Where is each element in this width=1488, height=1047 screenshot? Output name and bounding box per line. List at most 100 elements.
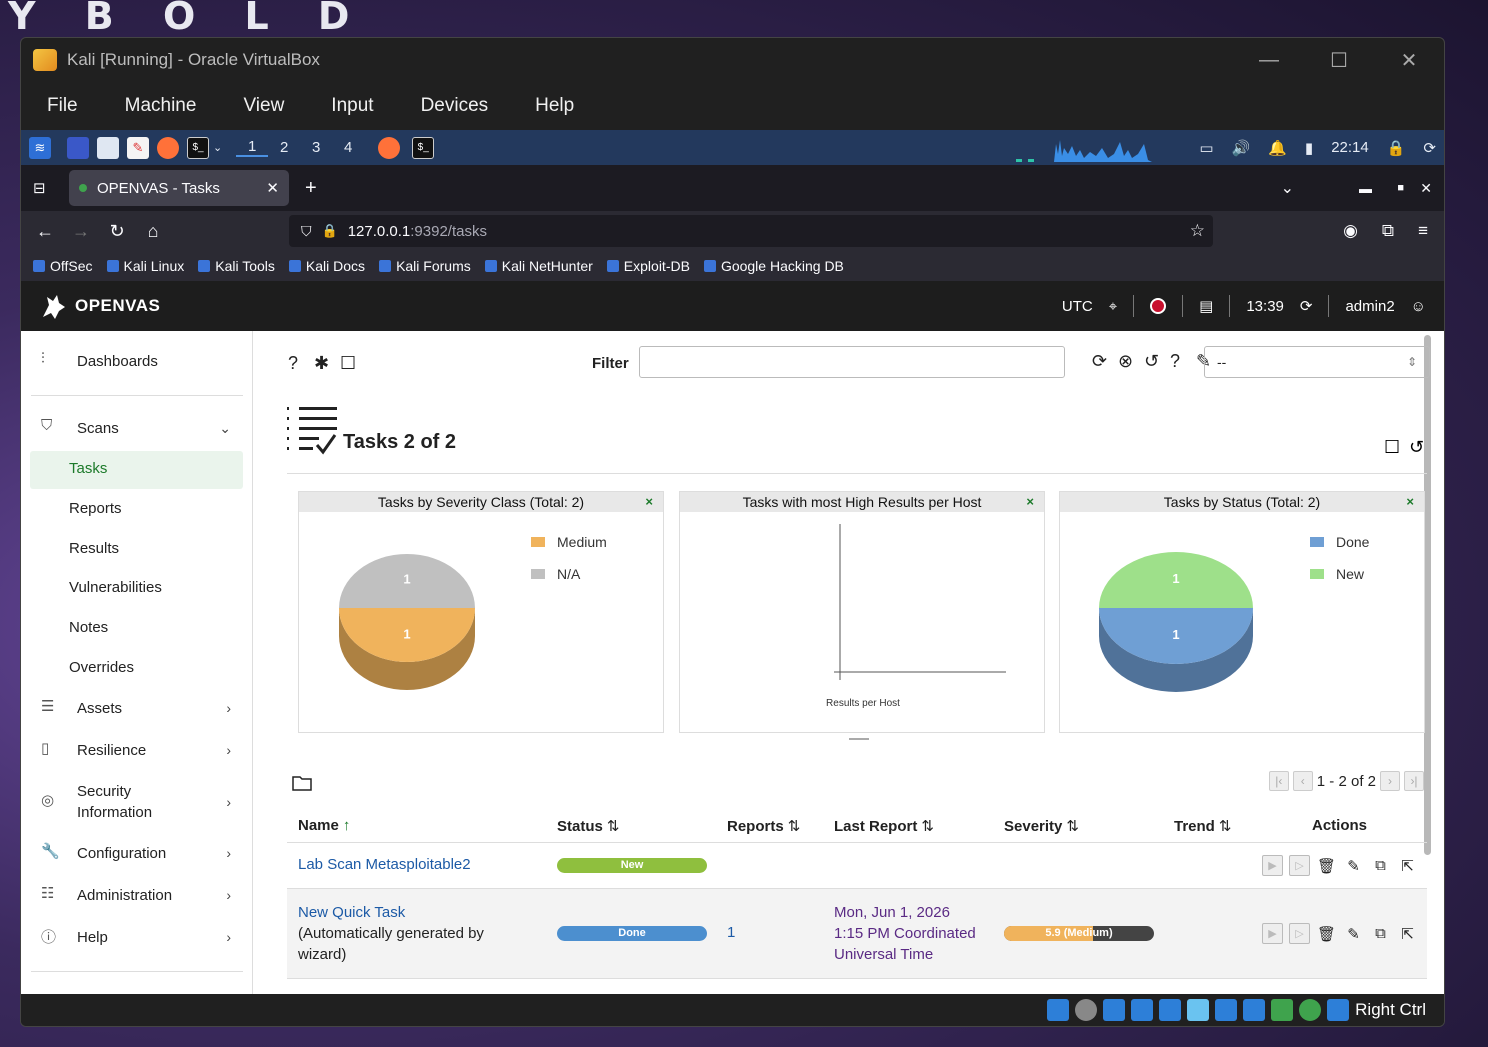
close-icon[interactable]: × (1406, 492, 1414, 512)
tab-overview-icon[interactable]: ⊟ (33, 179, 46, 197)
location-pin-icon[interactable]: ⌖ (1109, 298, 1117, 315)
resize-handle[interactable] (849, 738, 869, 740)
panel-clock[interactable]: 22:14 (1331, 139, 1369, 156)
bookmark-star-icon[interactable]: ☆ (1190, 221, 1205, 241)
col-reports[interactable]: Reports ⇅ (727, 817, 800, 835)
back-icon[interactable]: ← (27, 221, 63, 242)
export-icon[interactable]: ⇱ (1397, 855, 1418, 876)
user-name[interactable]: admin2 (1345, 298, 1394, 315)
new-task-icon[interactable]: ☐ (340, 353, 356, 374)
notification-bell-icon[interactable]: 🔔 (1268, 139, 1287, 157)
shield-icon[interactable]: ⛉ (301, 223, 312, 240)
recording-icon[interactable] (1243, 999, 1266, 1021)
chevron-down-icon[interactable]: ⌄ (213, 141, 222, 154)
account-icon[interactable]: ◉ (1343, 221, 1358, 241)
sidebar-item-notes[interactable]: Notes (69, 619, 108, 636)
terminal-icon[interactable]: $_ (187, 136, 209, 159)
menu-machine[interactable]: Machine (125, 95, 197, 117)
col-name[interactable]: Name ↑ (298, 817, 350, 834)
col-severity[interactable]: Severity ⇅ (1004, 817, 1079, 835)
wizard-wand-icon[interactable]: ✱ (314, 353, 329, 374)
sidebar-item-results[interactable]: Results (69, 540, 119, 557)
next-page-icon[interactable]: › (1380, 771, 1400, 791)
trash-icon[interactable]: 🗑 (1316, 923, 1337, 944)
sidebar-item-tasks[interactable]: Tasks (69, 460, 107, 477)
hdd-icon[interactable] (1047, 999, 1070, 1021)
bookmark-offsec[interactable]: OffSec (33, 258, 93, 274)
ff-maximize-icon[interactable]: ■ (1397, 182, 1404, 194)
task-name-link[interactable]: New Quick Task (298, 904, 405, 921)
last-page-icon[interactable]: ›| (1404, 771, 1424, 791)
workspace-3[interactable]: 3 (300, 139, 332, 156)
menu-devices[interactable]: Devices (421, 95, 489, 117)
start-icon[interactable]: ▶ (1262, 855, 1283, 876)
last-report-link[interactable]: Mon, Jun 1, 2026 1:15 PM Coordinated Uni… (834, 902, 976, 965)
optical-drive-icon[interactable] (1075, 999, 1098, 1021)
tab-close-icon[interactable]: ✕ (266, 179, 279, 197)
col-last-report[interactable]: Last Report ⇅ (834, 817, 934, 835)
menu-input[interactable]: Input (331, 95, 373, 117)
close-icon[interactable]: × (645, 492, 653, 512)
close-icon[interactable]: ✕ (1374, 38, 1444, 82)
refresh-icon[interactable]: ⟳ (1300, 297, 1313, 315)
file-manager-icon[interactable] (97, 136, 119, 159)
lock-icon[interactable]: 🔒 (1387, 139, 1406, 157)
minimize-icon[interactable]: — (1234, 38, 1304, 82)
new-dashboard-icon[interactable]: ☐ (1384, 437, 1400, 458)
sidebar-item-administration[interactable]: ☷ Administration › (41, 884, 231, 906)
tab-openvas-tasks[interactable]: OPENVAS - Tasks ✕ (69, 170, 289, 206)
keyboard-icon[interactable] (1327, 999, 1350, 1021)
bookmark-google-hacking-db[interactable]: Google Hacking DB (704, 258, 844, 274)
display-icon[interactable] (1215, 999, 1238, 1021)
bookmark-kali-forums[interactable]: Kali Forums (379, 258, 471, 274)
openvas-logo[interactable]: OPENVAS (39, 291, 160, 321)
filter-help-icon[interactable]: ? (1170, 351, 1180, 372)
ff-minimize-icon[interactable]: ▬ (1359, 181, 1372, 196)
clone-icon[interactable]: ⧉ (1370, 855, 1391, 876)
extensions-icon[interactable]: ⧉ (1382, 221, 1394, 241)
desktop-icon[interactable] (67, 136, 89, 159)
export-icon[interactable]: ⇱ (1397, 923, 1418, 944)
power-icon[interactable]: ⟳ (1423, 139, 1436, 157)
screen-icon[interactable]: ▭ (1199, 139, 1213, 157)
sidebar-item-dashboards[interactable]: ⫶ Dashboards (41, 350, 158, 372)
text-editor-icon[interactable]: ✎ (127, 136, 149, 159)
padlock-icon[interactable]: 🔒 (322, 223, 338, 239)
ff-close-icon[interactable]: ✕ (1420, 180, 1432, 197)
first-page-icon[interactable]: |‹ (1268, 771, 1289, 791)
col-status[interactable]: Status ⇅ (557, 817, 619, 835)
taskbar-firefox-icon[interactable] (378, 136, 401, 159)
menu-view[interactable]: View (243, 95, 284, 117)
bookmark-kali-nethunter[interactable]: Kali NetHunter (485, 258, 593, 274)
bookmark-kali-docs[interactable]: Kali Docs (289, 258, 365, 274)
workspace-4[interactable]: 4 (332, 139, 364, 156)
reload-icon[interactable]: ↻ (99, 221, 135, 242)
resume-icon[interactable]: ▷ (1289, 923, 1310, 944)
network-icon[interactable] (1131, 999, 1154, 1021)
folder-icon[interactable] (292, 775, 312, 791)
sidebar-item-help[interactable]: ⓘ Help › (41, 926, 231, 948)
task-name-link[interactable]: Lab Scan Metasploitable2 (298, 856, 471, 873)
bookmark-kali-tools[interactable]: Kali Tools (198, 258, 275, 274)
clone-icon[interactable]: ⧉ (1370, 923, 1391, 944)
user-icon[interactable]: ☺ (1411, 298, 1426, 315)
filter-reset-icon[interactable]: ↺ (1144, 351, 1159, 372)
filter-select[interactable]: -- ⇕ (1204, 346, 1430, 378)
mouse-integration-icon[interactable] (1299, 999, 1322, 1021)
edit-icon[interactable]: ✎ (1343, 855, 1364, 876)
workspace-1[interactable]: 1 (236, 138, 269, 157)
sidebar-item-reports[interactable]: Reports (69, 500, 122, 517)
bookmark-kali-linux[interactable]: Kali Linux (107, 258, 185, 274)
close-icon[interactable]: × (1026, 492, 1034, 512)
menu-file[interactable]: File (47, 95, 78, 117)
new-tab-icon[interactable]: + (305, 177, 317, 200)
url-bar[interactable]: ⛉ 🔒 127.0.0.1 :9392/tasks ☆ (289, 215, 1213, 247)
sidebar-item-scans[interactable]: ⛉ Scans ⌄ (41, 417, 231, 439)
col-trend[interactable]: Trend ⇅ (1174, 817, 1231, 835)
sidebar-item-assets[interactable]: ☰ Assets › (41, 697, 231, 719)
usb-icon[interactable] (1159, 999, 1182, 1021)
page-scrollbar[interactable] (1424, 335, 1431, 855)
prev-page-icon[interactable]: ‹ (1292, 771, 1313, 791)
language-flag-icon[interactable] (1150, 298, 1167, 314)
sidebar-item-security-information[interactable]: ◎ Security Information › (41, 781, 231, 823)
